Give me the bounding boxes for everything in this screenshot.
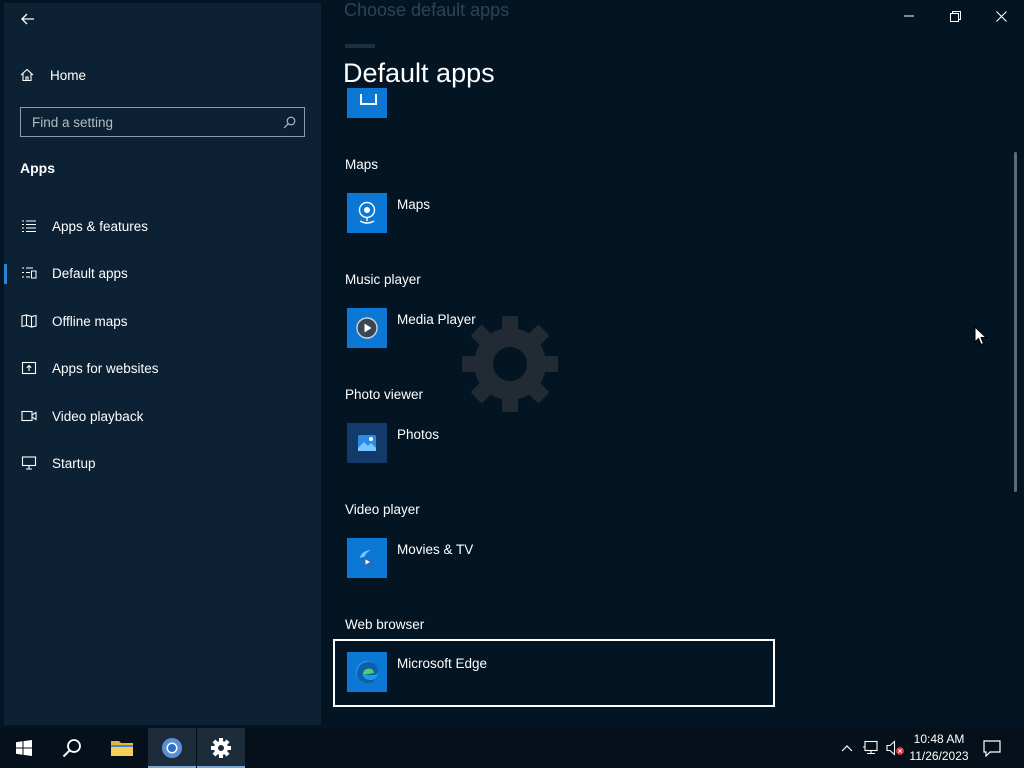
video-icon bbox=[21, 408, 37, 424]
category-label-music-player: Music player bbox=[345, 272, 421, 287]
close-button[interactable] bbox=[978, 0, 1024, 32]
startup-icon bbox=[21, 455, 37, 471]
default-app-video-player[interactable]: Movies & TV bbox=[333, 525, 775, 593]
restore-icon bbox=[949, 10, 961, 22]
sidebar-item-apps-features[interactable]: Apps & features bbox=[4, 206, 321, 246]
home-label: Home bbox=[50, 67, 87, 83]
network-button[interactable] bbox=[860, 728, 882, 768]
sidebar-item-label: Apps & features bbox=[52, 218, 149, 234]
search-icon bbox=[283, 116, 296, 128]
list-icon bbox=[21, 218, 37, 234]
clock[interactable]: 10:48 AM 11/26/2023 bbox=[904, 731, 974, 765]
chevron-up-icon bbox=[841, 745, 853, 752]
sidebar-item-startup[interactable]: Startup bbox=[4, 443, 321, 483]
start-button[interactable] bbox=[0, 728, 48, 768]
chrome-icon bbox=[162, 738, 182, 758]
email-app-icon[interactable] bbox=[347, 88, 387, 118]
movies-tv-icon bbox=[347, 538, 387, 578]
edge-icon bbox=[347, 652, 387, 692]
page-title: Default apps bbox=[343, 58, 495, 88]
home-icon bbox=[20, 68, 34, 82]
default-apps-icon bbox=[21, 265, 37, 281]
clock-date: 11/26/2023 bbox=[909, 749, 969, 763]
section-title: Apps bbox=[20, 160, 55, 176]
chrome-button[interactable] bbox=[148, 728, 196, 768]
sidebar-item-label: Default apps bbox=[52, 265, 128, 281]
volume-button[interactable] bbox=[884, 728, 906, 768]
search-button[interactable] bbox=[48, 728, 96, 768]
windows-logo-icon bbox=[16, 740, 32, 756]
close-icon bbox=[995, 10, 1007, 22]
app-name: Maps bbox=[397, 197, 431, 212]
folder-icon bbox=[111, 741, 133, 756]
minimize-button[interactable] bbox=[886, 0, 932, 32]
map-icon bbox=[21, 313, 37, 329]
network-icon bbox=[863, 740, 878, 755]
show-hidden-icons-button[interactable] bbox=[838, 728, 856, 768]
category-label-maps: Maps bbox=[345, 157, 379, 172]
default-app-photo-viewer[interactable]: Photos bbox=[333, 410, 775, 478]
category-label-video-player: Video player bbox=[345, 502, 420, 517]
sidebar-item-label: Offline maps bbox=[52, 313, 128, 329]
taskbar: 10:48 AM 11/26/2023 bbox=[0, 728, 1024, 768]
back-button[interactable] bbox=[14, 9, 42, 29]
loading-gear-icon bbox=[462, 316, 558, 412]
sidebar: Home Find a setting Apps Apps & features… bbox=[4, 3, 321, 725]
vertical-scrollbar[interactable] bbox=[1014, 152, 1017, 492]
sidebar-item-apps-for-websites[interactable]: Apps for websites bbox=[4, 348, 321, 388]
search-icon bbox=[62, 739, 81, 758]
open-website-icon bbox=[21, 360, 37, 376]
sidebar-item-home[interactable]: Home bbox=[20, 63, 86, 87]
back-arrow-icon bbox=[21, 13, 34, 25]
action-center-button[interactable] bbox=[980, 728, 1004, 768]
file-explorer-button[interactable] bbox=[98, 728, 146, 768]
media-player-icon bbox=[347, 308, 387, 348]
sidebar-item-label: Startup bbox=[52, 455, 96, 471]
maps-app-icon bbox=[347, 193, 387, 233]
scrolled-heading: Choose default apps bbox=[344, 0, 510, 20]
app-name: Movies & TV bbox=[397, 542, 474, 557]
app-name: Microsoft Edge bbox=[397, 656, 488, 671]
settings-button[interactable] bbox=[197, 728, 245, 768]
photos-icon bbox=[347, 423, 387, 463]
volume-muted-icon bbox=[886, 740, 904, 756]
notification-icon bbox=[983, 739, 1001, 757]
sidebar-item-offline-maps[interactable]: Offline maps bbox=[4, 301, 321, 341]
default-app-web-browser[interactable]: Microsoft Edge bbox=[333, 639, 775, 707]
gear-icon bbox=[211, 738, 231, 758]
minimize-icon bbox=[904, 15, 914, 17]
clock-time: 10:48 AM bbox=[913, 732, 965, 746]
settings-window: Home Find a setting Apps Apps & features… bbox=[0, 0, 1024, 728]
scrolled-label bbox=[345, 44, 375, 48]
search-placeholder: Find a setting bbox=[32, 114, 114, 130]
category-label-photo-viewer: Photo viewer bbox=[345, 387, 424, 402]
restore-button[interactable] bbox=[932, 0, 978, 32]
search-input[interactable]: Find a setting bbox=[20, 107, 305, 137]
default-app-maps[interactable]: Maps bbox=[333, 180, 775, 248]
sidebar-item-default-apps[interactable]: Default apps bbox=[4, 253, 321, 293]
mouse-cursor-icon bbox=[974, 326, 988, 346]
app-name: Photos bbox=[397, 427, 440, 442]
sidebar-item-label: Apps for websites bbox=[52, 360, 159, 376]
sidebar-item-video-playback[interactable]: Video playback bbox=[4, 396, 321, 436]
sidebar-item-label: Video playback bbox=[52, 408, 144, 424]
category-label-web-browser: Web browser bbox=[345, 617, 425, 632]
